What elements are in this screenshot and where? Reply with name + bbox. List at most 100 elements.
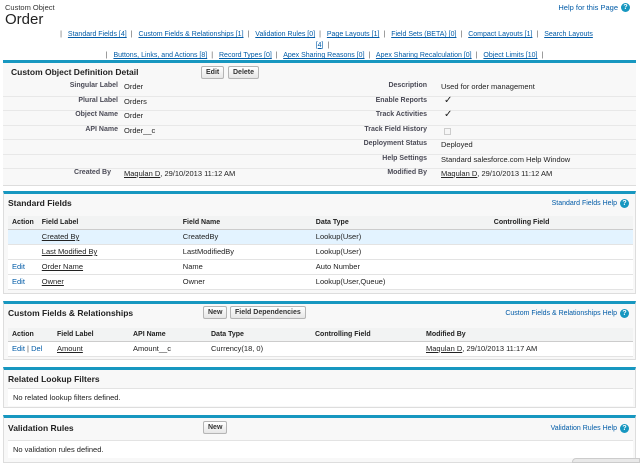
help-icon[interactable]: ? xyxy=(621,3,630,12)
separator: | xyxy=(275,52,278,59)
jump-link-apex-sharing-reasons[interactable]: Apex Sharing Reasons [0] xyxy=(283,52,364,59)
field-dependencies-button[interactable]: Field Dependencies xyxy=(230,306,306,319)
edit-link[interactable]: Edit xyxy=(12,262,25,271)
modified-by-user-link[interactable]: Maqulan D xyxy=(426,344,462,353)
field-label-link[interactable]: Owner xyxy=(42,277,64,286)
field-name-cell: Owner xyxy=(178,274,312,290)
table-row[interactable]: Edit Order Name Name Auto Number xyxy=(8,259,633,275)
help-for-page-label[interactable]: Help for this Page xyxy=(558,3,618,12)
unchecked-checkbox-icon xyxy=(444,127,451,135)
separator: | xyxy=(475,52,478,59)
lookup-filters-empty-message: No related lookup filters defined. xyxy=(8,388,633,406)
field-label-link[interactable]: Amount xyxy=(57,344,83,353)
separator: | xyxy=(60,31,62,38)
jump-link-custom-fields[interactable]: Custom Fields & Relationships [1] xyxy=(138,31,243,38)
table-row[interactable]: Edit | Del Amount Amount__c Currency(18,… xyxy=(8,341,633,357)
object-definition-detail: Custom Object Definition Detail Edit Del… xyxy=(3,60,636,186)
created-by-user-link[interactable]: Maqulan D xyxy=(124,169,160,178)
custom-fields-title: Custom Fields & Relationships xyxy=(8,308,134,318)
track-activities-label: Track Activities xyxy=(375,111,427,118)
data-type-cell: Lookup(User) xyxy=(311,229,490,245)
table-row[interactable]: Last Modified By LastModifiedBy Lookup(U… xyxy=(8,244,633,260)
detail-row: Deployment Status Deployed xyxy=(3,140,636,155)
description-label: Description xyxy=(388,82,427,89)
col-data-type: Data Type xyxy=(311,216,490,230)
new-field-button[interactable]: New xyxy=(203,306,228,319)
standard-fields-title: Standard Fields xyxy=(8,198,72,208)
sidebar-tab-handle[interactable] xyxy=(572,458,640,463)
table-row[interactable]: Edit Owner Owner Lookup(User,Queue) xyxy=(8,274,633,290)
jump-link-standard-fields[interactable]: Standard Fields [4] xyxy=(68,31,127,38)
edit-button[interactable]: Edit xyxy=(201,66,225,79)
col-action: Action xyxy=(8,216,38,230)
new-validation-rule-button[interactable]: New xyxy=(203,421,228,434)
delete-link[interactable]: Del xyxy=(31,344,42,353)
enable-reports-check-icon: ✓ xyxy=(444,94,453,106)
help-icon[interactable]: ? xyxy=(620,424,629,433)
singular-label-label: Singular Label xyxy=(69,82,118,89)
table-header-row: Action Field Label API Name Data Type Co… xyxy=(8,328,633,342)
standard-fields-help-link[interactable]: Standard Fields Help? xyxy=(552,199,629,208)
jump-link-record-types[interactable]: Record Types [0] xyxy=(219,52,272,59)
action-cell: Edit xyxy=(8,274,38,290)
singular-label-value: Order xyxy=(124,82,144,91)
col-controlling-field: Controlling Field xyxy=(311,328,422,342)
jump-links-row-1: | Standard Fields [4] | Custom Fields & R… xyxy=(52,30,597,51)
table-row[interactable]: Created By CreatedBy Lookup(User) xyxy=(8,229,633,245)
jump-link-compact-layouts[interactable]: Compact Layouts [1] xyxy=(468,31,532,38)
controlling-field-cell xyxy=(489,244,633,260)
deployment-status-value: Deployed xyxy=(441,140,473,149)
field-label-link[interactable]: Last Modified By xyxy=(42,247,97,256)
validation-rules-empty-message: No validation rules defined. xyxy=(8,440,633,458)
edit-link[interactable]: Edit xyxy=(12,344,25,353)
custom-fields-section: Custom Fields & Relationships New Field … xyxy=(3,301,636,360)
delete-button[interactable]: Delete xyxy=(228,66,260,79)
controlling-field-cell xyxy=(489,229,633,245)
col-field-label: Field Label xyxy=(37,216,179,230)
validation-rules-help-link[interactable]: Validation Rules Help? xyxy=(551,424,629,433)
help-icon[interactable]: ? xyxy=(620,309,629,318)
modified-by-value: Maqulan D, 29/10/2013 11:12 AM xyxy=(441,169,553,178)
separator: | xyxy=(105,52,108,59)
help-for-page-link[interactable]: Help for this Page ? xyxy=(558,3,630,12)
modified-by-user-link[interactable]: Maqulan D xyxy=(441,169,477,178)
track-activities-check-icon: ✓ xyxy=(444,109,453,120)
detail-row: Singular Label Order Description Used fo… xyxy=(3,82,636,97)
jump-link-buttons-links[interactable]: Buttons, Links, and Actions [8] xyxy=(113,52,207,59)
data-type-cell: Auto Number xyxy=(311,259,490,275)
col-data-type: Data Type xyxy=(207,328,311,342)
jump-link-apex-sharing-recalc[interactable]: Apex Sharing Recalculation [0] xyxy=(376,52,472,59)
field-label-link[interactable]: Created By xyxy=(42,232,80,241)
field-label-link[interactable]: Order Name xyxy=(42,262,83,271)
field-label-cell: Amount xyxy=(53,341,129,357)
field-name-cell: Name xyxy=(178,259,312,275)
page-header: Custom Object Order xyxy=(5,3,55,28)
standard-fields-section: Standard Fields Standard Fields Help? Ac… xyxy=(3,191,636,294)
created-by-value: Maqulan D, 29/10/2013 11:12 AM xyxy=(124,169,236,178)
separator: | xyxy=(536,31,539,38)
separator: | xyxy=(130,31,133,38)
data-type-cell: Currency(18, 0) xyxy=(207,341,311,357)
jump-link-field-sets[interactable]: Field Sets (BETA) [0] xyxy=(391,31,456,38)
api-name-cell: Amount__c xyxy=(129,341,207,357)
controlling-field-cell xyxy=(489,274,633,290)
object-name-label: Object Name xyxy=(75,111,118,118)
jump-link-page-layouts[interactable]: Page Layouts [1] xyxy=(327,31,380,38)
separator: | xyxy=(327,41,330,49)
jump-link-object-limits[interactable]: Object Limits [10] xyxy=(483,52,537,59)
separator: | xyxy=(319,31,321,38)
col-field-label: Field Label xyxy=(53,328,129,342)
custom-fields-help-link[interactable]: Custom Fields & Relationships Help? xyxy=(505,309,629,318)
modified-by-cell: Maqulan D, 29/10/2013 11:17 AM xyxy=(422,341,633,357)
jump-link-validation-rules[interactable]: Validation Rules [0] xyxy=(255,31,315,38)
api-name-label: API Name xyxy=(85,125,118,133)
separator: | xyxy=(247,31,250,38)
table-header-row: Action Field Label Field Name Data Type … xyxy=(8,216,633,230)
help-icon[interactable]: ? xyxy=(620,199,629,208)
separator: | xyxy=(368,52,371,59)
action-cell: Edit | Del xyxy=(8,341,53,357)
edit-link[interactable]: Edit xyxy=(12,277,25,286)
custom-fields-table: Action Field Label API Name Data Type Co… xyxy=(8,328,633,357)
created-by-label: Created By xyxy=(74,169,111,176)
plural-label-label: Plural Label xyxy=(78,96,118,104)
